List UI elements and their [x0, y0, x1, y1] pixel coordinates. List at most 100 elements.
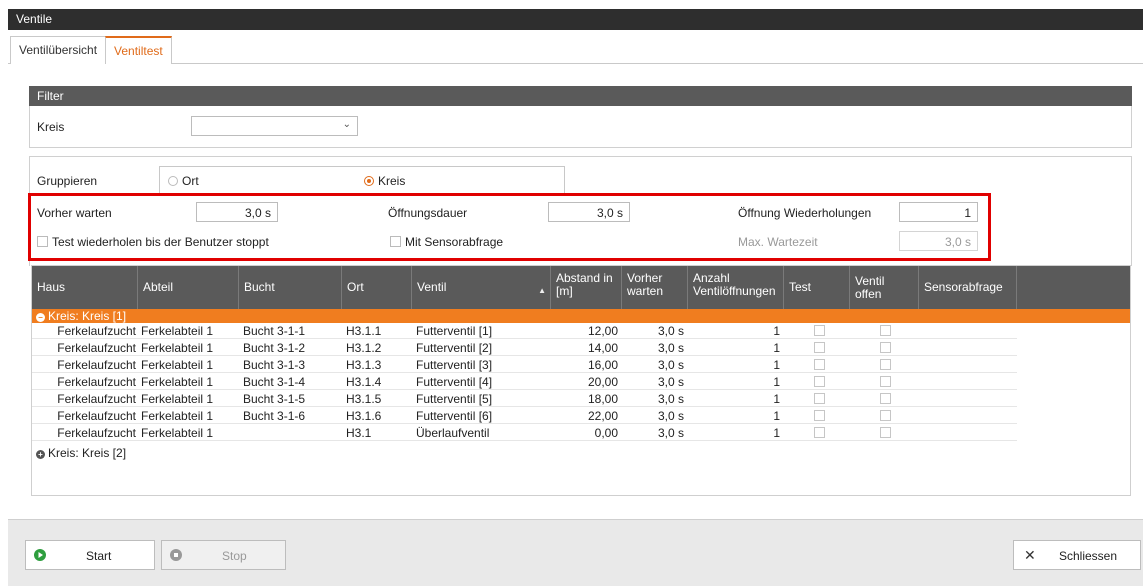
col-ventil-offen[interactable]: Ventil offen [850, 266, 919, 309]
wiederholungen-input[interactable]: 1 [899, 202, 978, 222]
cell-ventil: Futterventil [2] [416, 341, 493, 355]
ventil-offen-checkbox[interactable] [880, 325, 891, 336]
col-sensorabfrage[interactable]: Sensorabfrage [919, 266, 1017, 309]
tab-ventiltest[interactable]: Ventiltest [105, 36, 172, 65]
cell-abstand: 22,00 [587, 409, 618, 423]
test-checkbox[interactable] [814, 410, 825, 421]
group-row-kreis-1[interactable]: − Kreis: Kreis [1] [32, 309, 1130, 323]
radio-ort-label[interactable]: Ort [182, 174, 199, 188]
cell-haus: Ferkelaufzucht [57, 426, 136, 440]
cell-abstand: 16,00 [587, 358, 618, 372]
ventil-offen-checkbox[interactable] [880, 393, 891, 404]
cell-anzahl: 1 [773, 375, 780, 389]
oeffnungsdauer-label: Öffnungsdauer [388, 206, 468, 220]
ventil-offen-checkbox[interactable] [880, 342, 891, 353]
test-checkbox[interactable] [814, 342, 825, 353]
cell-abstand: 0,00 [594, 426, 618, 440]
cell-bucht: Bucht 3-1-2 [243, 341, 306, 355]
cell-ventil: Futterventil [1] [416, 324, 493, 338]
table-row[interactable]: Ferkelaufzucht Ferkelabteil 1 Bucht 3-1-2 H… [32, 341, 1017, 356]
cell-ventil: Futterventil [4] [416, 375, 493, 389]
table-row[interactable]: Ferkelaufzucht Ferkelabteil 1 H3.1 Überlauf… [32, 426, 1017, 441]
cell-abteil: Ferkelabteil 1 [141, 409, 214, 423]
cell-ort: H3.1.5 [346, 392, 382, 406]
test-checkbox[interactable] [814, 359, 825, 370]
cell-abteil: Ferkelabteil 1 [141, 341, 214, 355]
group-row-kreis-2[interactable]: + Kreis: Kreis [2] [32, 446, 1130, 460]
window-title: Ventile [16, 12, 53, 26]
stop-button[interactable]: Stop [161, 540, 286, 570]
table-row[interactable]: Ferkelaufzucht Ferkelabteil 1 Bucht 3-1-4 H… [32, 375, 1017, 390]
col-ventil[interactable]: Ventil ▲ [412, 266, 551, 309]
cell-abteil: Ferkelabteil 1 [141, 324, 214, 338]
col-ort[interactable]: Ort [342, 266, 412, 309]
test-checkbox[interactable] [814, 393, 825, 404]
test-wiederholen-label[interactable]: Test wiederholen bis der Benutzer stoppt [52, 235, 269, 249]
stop-icon [170, 549, 182, 561]
collapse-icon[interactable]: − [36, 313, 45, 322]
test-checkbox[interactable] [814, 376, 825, 387]
cell-abstand: 14,00 [587, 341, 618, 355]
window-title-bar: Ventile [8, 9, 1143, 30]
start-button[interactable]: Start [25, 540, 155, 570]
test-checkbox[interactable] [814, 427, 825, 438]
tab-ventiluebersicht[interactable]: Ventilübersicht [10, 36, 107, 64]
cell-haus: Ferkelaufzucht [57, 358, 136, 372]
test-checkbox[interactable] [814, 325, 825, 336]
col-test[interactable]: Test [784, 266, 850, 309]
close-button[interactable]: ✕ Schliessen [1013, 540, 1141, 570]
cell-bucht [243, 426, 339, 441]
col-ventil-label: Ventil [417, 280, 447, 294]
ventil-offen-checkbox[interactable] [880, 376, 891, 387]
table-row[interactable]: Ferkelaufzucht Ferkelabteil 1 Bucht 3-1-6 H… [32, 409, 1017, 424]
cell-abteil: Ferkelabteil 1 [141, 358, 214, 372]
cell-ventil: Futterventil [5] [416, 392, 493, 406]
cell-ort: H3.1.6 [346, 409, 382, 423]
cell-bucht: Bucht 3-1-1 [243, 324, 306, 338]
ventil-offen-checkbox[interactable] [880, 410, 891, 421]
radio-kreis-label[interactable]: Kreis [378, 174, 405, 188]
valve-grid: Haus Abteil Bucht Ort Ventil ▲ Abstand i… [31, 265, 1131, 496]
col-bucht[interactable]: Bucht [239, 266, 342, 309]
col-abteil[interactable]: Abteil [138, 266, 239, 309]
test-wiederholen-checkbox[interactable] [37, 236, 48, 247]
cell-anzahl: 1 [773, 426, 780, 440]
table-row[interactable]: Ferkelaufzucht Ferkelabteil 1 Bucht 3-1-5 H… [32, 392, 1017, 407]
cell-anzahl: 1 [773, 358, 780, 372]
oeffnungsdauer-input[interactable]: 3,0 s [548, 202, 630, 222]
radio-ort[interactable] [168, 176, 178, 186]
cell-anzahl: 1 [773, 341, 780, 355]
cell-ventil: Überlaufventil [416, 426, 490, 440]
col-vorher-warten[interactable]: Vorher warten [622, 266, 688, 309]
group-label: Kreis: Kreis [2] [48, 446, 127, 460]
cell-haus: Ferkelaufzucht [57, 392, 136, 406]
start-button-label: Start [86, 549, 112, 563]
grid-header: Haus Abteil Bucht Ort Ventil ▲ Abstand i… [32, 266, 1130, 309]
cell-ort: H3.1 [346, 426, 372, 440]
cell-warten: 3,0 s [657, 375, 684, 389]
cell-abteil: Ferkelabteil 1 [141, 375, 214, 389]
col-haus[interactable]: Haus [32, 266, 138, 309]
expand-icon[interactable]: + [36, 450, 45, 459]
table-row[interactable]: Ferkelaufzucht Ferkelabteil 1 Bucht 3-1-3 H… [32, 358, 1017, 373]
col-anzahl[interactable]: Anzahl Ventilöffnungen [688, 266, 784, 309]
ventil-offen-checkbox[interactable] [880, 427, 891, 438]
cell-anzahl: 1 [773, 324, 780, 338]
table-row[interactable]: Ferkelaufzucht Ferkelabteil 1 Bucht 3-1-1 H… [32, 324, 1017, 339]
cell-warten: 3,0 s [657, 341, 684, 355]
cell-ort: H3.1.4 [346, 375, 382, 389]
col-abstand[interactable]: Abstand in [m] [551, 266, 622, 309]
filter-header: Filter [29, 86, 1132, 106]
tab-bar: Ventilübersicht Ventiltest [8, 30, 1143, 65]
wiederholungen-label: Öffnung Wiederholungen [738, 206, 872, 220]
stop-button-label: Stop [222, 549, 247, 563]
kreis-select[interactable]: ⌄ [191, 116, 358, 136]
close-icon: ✕ [1024, 547, 1036, 563]
ventil-offen-checkbox[interactable] [880, 359, 891, 370]
vorher-warten-input[interactable]: 3,0 s [196, 202, 278, 222]
radio-kreis[interactable] [364, 176, 374, 186]
cell-ort: H3.1.3 [346, 358, 382, 372]
sensorabfrage-checkbox[interactable] [390, 236, 401, 247]
sort-asc-icon: ▲ [538, 286, 546, 295]
sensorabfrage-label[interactable]: Mit Sensorabfrage [405, 235, 503, 249]
